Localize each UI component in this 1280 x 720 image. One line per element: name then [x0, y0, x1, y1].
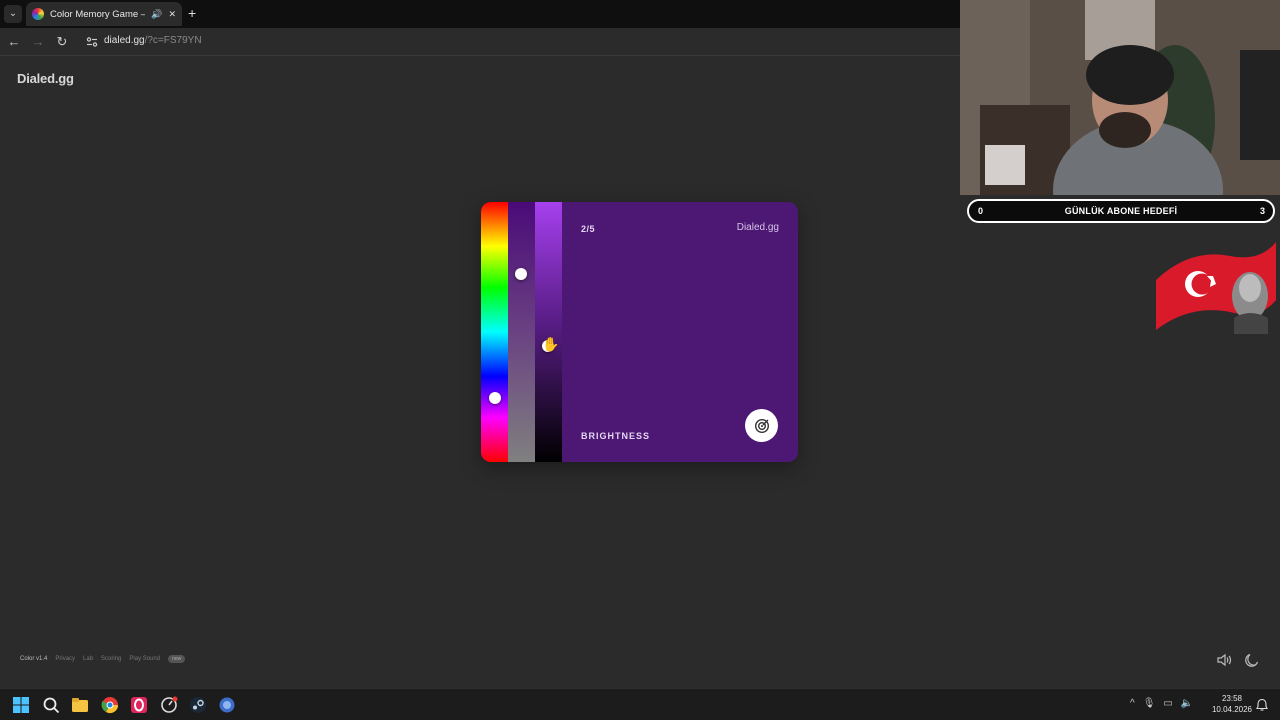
footer-link-scoring[interactable]: Scoring	[101, 656, 121, 662]
reload-icon[interactable]: ↻	[54, 34, 70, 50]
version-label: Color v1.4	[20, 656, 48, 662]
goal-label: GÜNLÜK ABONE HEDEFİ	[1064, 206, 1178, 216]
footer-link-lab[interactable]: Lab	[83, 656, 93, 662]
notification-bell-icon[interactable]	[1256, 698, 1268, 711]
footer-link-privacy[interactable]: Privacy	[55, 656, 75, 662]
new-badge: new	[168, 655, 186, 663]
subscriber-goal-bar: 0 GÜNLÜK ABONE HEDEFİ 3	[967, 199, 1275, 223]
card-logo: Dialed.gg	[736, 222, 779, 233]
site-settings-icon[interactable]	[86, 36, 98, 48]
site-logo[interactable]: Dialed.gg	[17, 71, 74, 86]
round-counter: 2/5	[581, 224, 596, 234]
tab-title: Color Memory Game — Ho	[50, 8, 145, 20]
new-tab-button[interactable]: +	[188, 5, 196, 21]
system-tray: ^ 🎙 ▭ 🔈	[1130, 698, 1193, 709]
turkish-flag-image	[1156, 242, 1276, 334]
browser-tab-bar: ⌄ Color Memory Game — Ho 🔊 ✕ +	[0, 0, 960, 28]
tab-list-button[interactable]: ⌄	[4, 5, 22, 23]
close-tab-icon[interactable]: ✕	[168, 9, 176, 20]
back-arrow-icon[interactable]: ←	[6, 34, 22, 50]
volume-icon[interactable]: 🔈	[1181, 698, 1193, 709]
speaker-icon[interactable]: 🔊	[151, 9, 162, 20]
goal-target-count: 3	[1259, 206, 1265, 216]
file-explorer-icon[interactable]	[71, 696, 89, 714]
search-icon[interactable]	[42, 696, 60, 714]
app-icon[interactable]	[218, 696, 236, 714]
sound-toggle-icon[interactable]	[1216, 652, 1232, 668]
grab-cursor-icon: ✋	[542, 336, 560, 352]
saturation-slider[interactable]	[508, 202, 535, 462]
webcam-image	[960, 0, 1280, 195]
brightness-slider[interactable]	[535, 202, 562, 462]
windows-taskbar: ^ 🎙 ▭ 🔈 23:58 10.04.2026	[0, 688, 1280, 720]
submit-guess-button[interactable]	[745, 409, 778, 442]
chrome-icon[interactable]	[101, 696, 119, 714]
page-footer: Color v1.4 Privacy Lab Scoring Play Soun…	[20, 655, 186, 663]
hue-slider[interactable]	[481, 202, 508, 462]
address-query: /?c=FS79YN	[144, 35, 202, 46]
chevron-up-icon[interactable]: ^	[1130, 698, 1135, 709]
dark-mode-toggle-icon[interactable]	[1244, 652, 1260, 668]
system-monitor-icon[interactable]	[160, 696, 178, 714]
opera-icon[interactable]	[130, 696, 148, 714]
site-favicon-icon	[32, 8, 44, 20]
hue-slider-handle[interactable]	[489, 392, 501, 404]
windows-start-icon[interactable]	[12, 696, 30, 714]
saturation-slider-handle[interactable]	[515, 268, 527, 280]
game-card: ✋ 2/5 Dialed.gg BRIGHTNESS	[481, 202, 798, 462]
clock-date: 10.04.2026	[1211, 705, 1253, 714]
taskbar-clock[interactable]: 23:58 10.04.2026	[1206, 693, 1258, 715]
webcam-feed	[960, 0, 1280, 195]
browser-tab[interactable]: Color Memory Game — Ho 🔊 ✕	[26, 2, 182, 26]
target-icon	[754, 418, 769, 433]
forward-arrow-icon[interactable]: →	[30, 34, 46, 50]
browser-nav-bar: ← → ↻ dialed.gg/?c=FS79YN	[0, 28, 960, 56]
steam-icon[interactable]	[189, 696, 207, 714]
microphone-icon[interactable]: 🎙	[1143, 698, 1156, 709]
network-icon[interactable]: ▭	[1163, 698, 1172, 709]
clock-time: 23:58	[1221, 694, 1243, 703]
active-slider-label: BRIGHTNESS	[581, 431, 651, 441]
address-host: dialed.gg	[104, 35, 145, 46]
address-bar[interactable]: dialed.gg/?c=FS79YN	[104, 35, 202, 46]
footer-link-play-sound[interactable]: Play Sound	[129, 656, 160, 662]
